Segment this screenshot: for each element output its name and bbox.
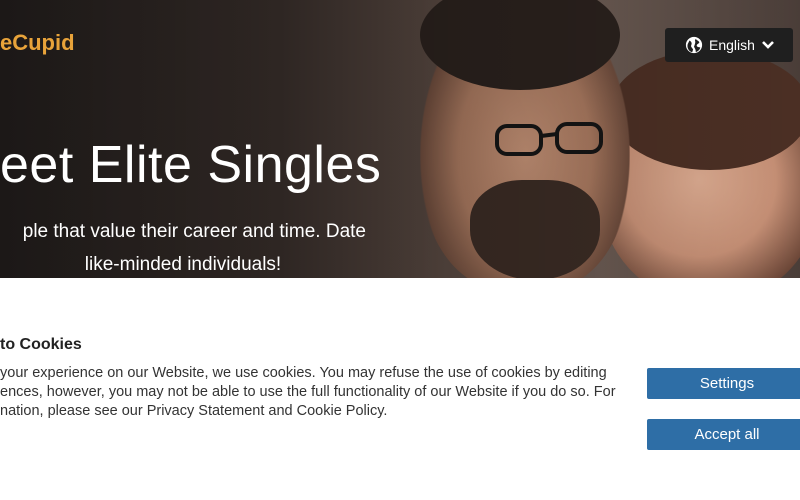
site-logo[interactable]: eCupid [0,30,75,56]
globe-icon [685,36,703,54]
hero-subtitle: ple that value their career and time. Da… [0,215,366,278]
cookie-text-line2: ences, however, you may not be able to u… [0,384,616,400]
cookie-settings-button[interactable]: Settings [647,368,800,399]
hero-subtitle-line1: ple that value their career and time. Da… [22,221,366,242]
hero-title: eet Elite Singles [0,136,382,194]
cookie-text-line1: your experience on our Website, we use c… [0,365,607,381]
hero-banner: eCupid English eet Elite Singles ple tha… [0,0,800,278]
cookie-text-line3: nation, please see our Privacy Statement… [0,403,388,419]
hero-subtitle-line2: like-minded individuals! [84,254,282,275]
accept-all-cookies-button[interactable]: Accept all [647,419,800,450]
language-selector[interactable]: English [665,28,793,62]
cookie-title: to Cookies [0,336,82,353]
language-label: English [709,37,755,53]
cookie-description: your experience on our Website, we use c… [0,364,624,421]
chevron-down-icon [762,41,774,49]
